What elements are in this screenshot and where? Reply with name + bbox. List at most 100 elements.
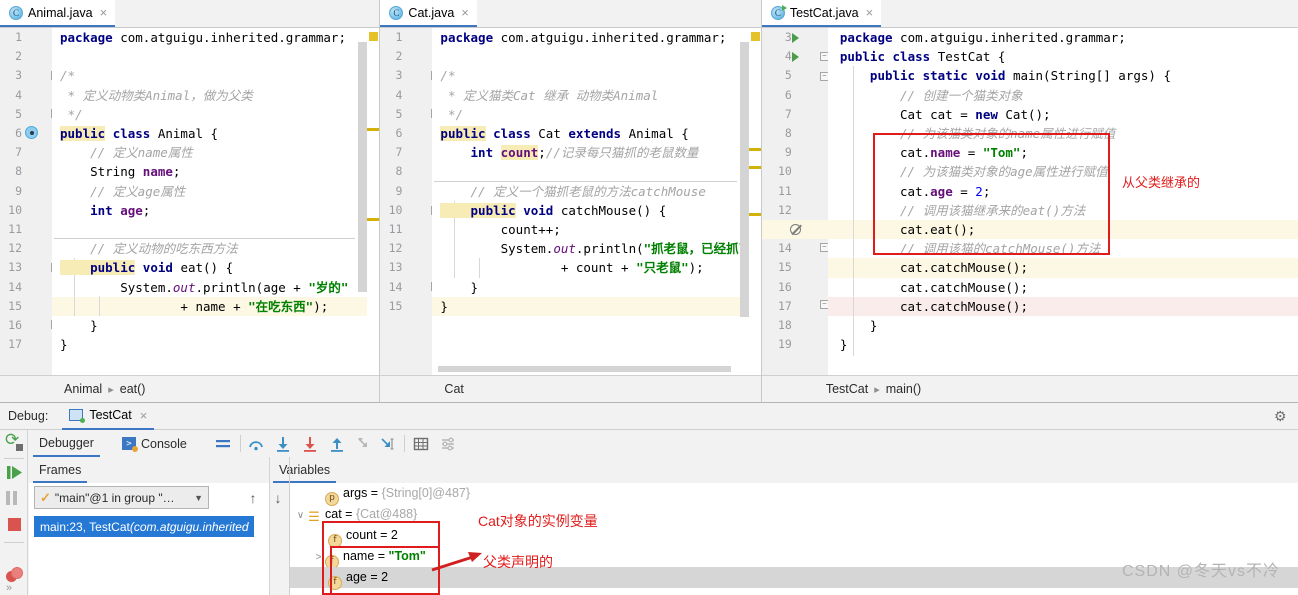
tab-testcat-java[interactable]: C TestCat.java × [762, 0, 881, 27]
run-gutter-icon[interactable] [792, 52, 799, 62]
frames-variables-header: Frames Variables [28, 457, 1298, 483]
analysis-status-icon [369, 32, 378, 41]
line-number: 16 [770, 278, 792, 297]
close-icon[interactable]: × [140, 409, 148, 422]
gear-icon[interactable]: ⚙ [1274, 409, 1288, 423]
down-arrow-icon[interactable]: ↓ [269, 489, 287, 507]
vertical-scrollbar-cat[interactable] [740, 42, 749, 317]
step-out-icon[interactable] [329, 436, 345, 452]
editor-pane-cat: C Cat.java × 1 2 3 4 5 6 7 8 9 10 11 [380, 0, 760, 402]
expand-toolbar-icon[interactable]: » [6, 582, 23, 595]
close-icon[interactable]: × [866, 6, 874, 19]
breadcrumb-item[interactable]: eat() [120, 382, 146, 396]
breadcrumb-item[interactable]: main() [886, 382, 921, 396]
code-cat[interactable]: package com.atguigu.inherited.grammar; /… [432, 28, 760, 375]
frames-title[interactable]: Frames [33, 457, 87, 483]
error-stripe-animal[interactable] [367, 28, 379, 375]
debug-session-tab[interactable]: TestCat × [62, 403, 154, 430]
tab-label: Cat.java [408, 6, 454, 20]
variables-title[interactable]: Variables [273, 457, 336, 483]
horizontal-scrollbar-cat[interactable] [438, 366, 730, 372]
variable-name: count [346, 528, 377, 542]
line-number: 12 [380, 239, 402, 258]
line-number: 5 [380, 105, 402, 124]
equals: = [342, 507, 356, 521]
tab-debugger[interactable]: Debugger [33, 430, 100, 457]
expand-twisty[interactable]: > [312, 547, 325, 568]
line-number: 4 [770, 47, 792, 66]
tab-cat-java[interactable]: C Cat.java × [380, 0, 476, 27]
gutter-cat[interactable]: 1 2 3 4 5 6 7 8 9 10 11 12 13 14 15 [380, 28, 432, 375]
breadcrumb-item[interactable]: Cat [444, 382, 463, 396]
close-icon[interactable]: × [461, 6, 469, 19]
frame-method: main:23, TestCat [40, 520, 130, 534]
line-number: 9 [380, 182, 402, 201]
run-to-cursor-icon[interactable] [380, 436, 396, 452]
breakpoint-disabled-icon[interactable] [790, 224, 801, 235]
line-number: 4 [0, 86, 22, 105]
line-number: 11 [770, 182, 792, 201]
tabstrip-testcat: C TestCat.java × [762, 0, 1298, 28]
line-number: 3 [770, 28, 792, 47]
editor-body-testcat[interactable]: 3 4 5 6 7 8 9 10 11 12 13 14 15 16 17 18 [762, 28, 1298, 375]
stop-icon[interactable] [8, 518, 25, 535]
line-number: 2 [380, 47, 402, 66]
line-number: 16 [0, 316, 22, 335]
tab-label: TestCat.java [790, 6, 859, 20]
variable-row-cat[interactable]: ∨☰cat = {Cat@488} [290, 504, 1298, 525]
tab-animal-java[interactable]: C Animal.java × [0, 0, 115, 27]
rerun-icon[interactable] [6, 435, 23, 452]
pause-icon[interactable] [6, 491, 23, 508]
debug-label: Debug: [8, 409, 48, 423]
up-arrow-icon[interactable]: ↑ [244, 489, 262, 507]
frame-row[interactable]: main:23, TestCat (com.atguigu.inherited [34, 516, 254, 537]
line-number: 15 [0, 297, 22, 316]
line-number: 5 [770, 66, 792, 85]
expand-twisty[interactable]: ∨ [294, 505, 307, 526]
line-number: 5 [0, 105, 22, 124]
chevron-down-icon[interactable]: ▼ [194, 493, 203, 503]
force-step-into-icon[interactable] [302, 436, 318, 452]
line-number: 14 [0, 278, 22, 297]
thread-selector[interactable]: ✓ "main"@1 in group "… ▼ [34, 486, 209, 509]
field-icon: f [328, 576, 342, 590]
debug-tabs: Debugger > Console [28, 430, 1298, 457]
vertical-scrollbar-animal[interactable] [358, 42, 367, 292]
close-icon[interactable]: × [100, 6, 108, 19]
layout-icon[interactable] [215, 436, 231, 452]
editor-area: C Animal.java × 1 2 3 4 5 6 7 8 9 10 [0, 0, 1298, 402]
resume-icon[interactable] [6, 464, 23, 481]
code-animal[interactable]: package com.atguigu.inherited.grammar; /… [52, 28, 379, 375]
variable-row-count[interactable]: fcount = 2 [290, 525, 1298, 546]
variable-name: age [346, 570, 367, 584]
chevron-right-icon: ▸ [874, 383, 880, 396]
line-number: 12 [770, 201, 792, 220]
line-number: 3 [380, 66, 402, 85]
drop-frame-icon[interactable] [356, 436, 372, 452]
editor-body-animal[interactable]: 1 2 3 4 5 6 7 8 9 10 11 12 13 14 15 16 1 [0, 28, 379, 375]
breadcrumb-item[interactable]: Animal [64, 382, 102, 396]
line-number: 13 [0, 258, 22, 277]
run-gutter-icon[interactable] [792, 33, 799, 43]
chevron-right-icon: ▸ [108, 383, 114, 396]
step-over-icon[interactable] [248, 436, 264, 452]
variable-row-args[interactable]: pargs = {String[0]@487} [290, 483, 1298, 504]
tab-console[interactable]: > Console [116, 430, 193, 457]
evaluate-expression-icon[interactable] [413, 436, 429, 452]
line-number: 1 [380, 28, 402, 47]
step-into-icon[interactable] [275, 436, 291, 452]
tab-debugger-label: Debugger [39, 436, 94, 450]
breadcrumb-item[interactable]: TestCat [826, 382, 868, 396]
editor-body-cat[interactable]: 1 2 3 4 5 6 7 8 9 10 11 12 13 14 15 [380, 28, 760, 375]
line-number: 9 [770, 143, 792, 162]
tabstrip-animal: C Animal.java × [0, 0, 379, 28]
equals: = [367, 570, 381, 584]
gutter-animal[interactable]: 1 2 3 4 5 6 7 8 9 10 11 12 13 14 15 16 1 [0, 28, 52, 375]
field-breakpoint-icon[interactable] [25, 126, 38, 139]
code-testcat[interactable]: package com.atguigu.inherited.grammar; p… [828, 28, 1298, 375]
gutter-testcat[interactable]: 3 4 5 6 7 8 9 10 11 12 13 14 15 16 17 18 [762, 28, 828, 375]
java-runnable-class-icon: C [771, 6, 785, 20]
error-stripe-cat[interactable] [749, 28, 761, 375]
debug-session-icon [69, 409, 83, 421]
settings-list-icon[interactable] [440, 436, 456, 452]
